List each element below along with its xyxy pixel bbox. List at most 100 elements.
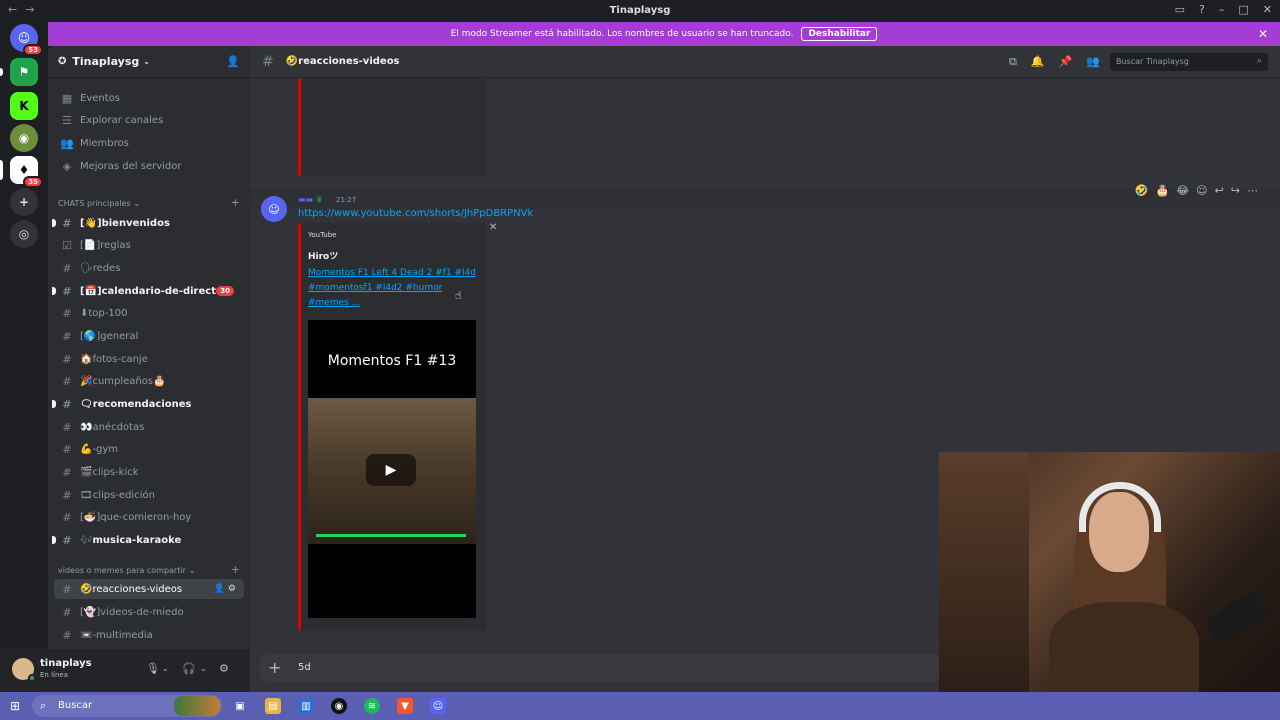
server-header[interactable]: ✪ Tinaplaysg ⌄ 👤	[48, 46, 250, 78]
channel-bienvenidos[interactable]: # [👋]bienvenidos	[52, 213, 244, 233]
channel-recomendaciones[interactable]: # 🗨recomendaciones	[52, 394, 244, 414]
channel-label: [👻]videos-de-miedo	[80, 606, 184, 618]
video-player[interactable]: Momentos F1 #13 ▶	[308, 320, 476, 618]
channel-general[interactable]: # [🌎]general	[54, 326, 244, 346]
sidebar-item-browse[interactable]: ☰ Explorar canales	[54, 110, 244, 130]
play-button-icon[interactable]: ▶	[366, 454, 416, 486]
obs-icon[interactable]: ◉	[331, 698, 347, 714]
channel-videos-de-miedo[interactable]: # [👻]videos-de-miedo	[54, 602, 244, 622]
channel-clips-edicion[interactable]: # 🎞clips-edición	[54, 485, 244, 505]
reaction-laugh-icon[interactable]: 🤣	[1135, 184, 1149, 197]
taskbar-search-label: Buscar	[58, 700, 93, 711]
channel-top-100[interactable]: # ⬇top-100	[54, 303, 244, 323]
category-main[interactable]: CHATS principales ⌄ +	[58, 196, 240, 209]
direct-messages-icon[interactable]: ☺ 53	[10, 24, 43, 56]
server-icon-tinaplaysg[interactable]: ♦ 35	[10, 156, 43, 188]
minimize-button[interactable]: –	[1219, 3, 1225, 16]
reply-icon[interactable]: ↩	[1215, 184, 1224, 197]
brave-icon[interactable]: ▼	[397, 698, 413, 714]
help-icon[interactable]: ?	[1199, 3, 1205, 16]
chevron-down-icon: ⌄	[133, 199, 141, 208]
channel-calendario[interactable]: # [📅]calendario-de-directo 30	[52, 281, 244, 301]
channel-label: 🎞clips-edición	[80, 489, 155, 501]
channel-label: 🎶musica-karaoke	[80, 534, 182, 546]
server-icon-avatar[interactable]: ◉	[10, 124, 38, 152]
channel-sidebar: ✪ Tinaplaysg ⌄ 👤 ▦ Eventos ☰ Explorar cana…	[48, 46, 250, 649]
message-author[interactable]: ▬▬ ♛	[298, 195, 323, 204]
channel-anecdotas[interactable]: # 👀anécdotas	[54, 417, 244, 437]
calendar-icon: ▦	[61, 91, 73, 105]
settings-gear-icon[interactable]: ⚙	[219, 662, 229, 675]
chevron-down-icon[interactable]: ⌄	[162, 664, 169, 673]
create-channel-icon[interactable]: +	[231, 563, 240, 576]
avatar[interactable]: ☺	[261, 196, 287, 222]
embed-author[interactable]: Hiroツ	[308, 249, 338, 262]
channel-clips-kick[interactable]: # 🎬clips-kick	[54, 462, 244, 482]
close-embed-icon[interactable]: ✕	[489, 222, 497, 233]
microphone-icon[interactable]: 🎙	[146, 662, 160, 675]
category-videos[interactable]: videos o memes para compartir ⌄ +	[58, 563, 240, 576]
channel-label: 🎉cumpleaños🎂	[80, 375, 166, 387]
explore-icon[interactable]: ◎	[10, 220, 38, 248]
user-status: En línea	[40, 671, 69, 679]
sidebar-item-members[interactable]: 👥 Miembros	[54, 133, 244, 153]
more-options-icon[interactable]: ⋯	[1247, 184, 1258, 197]
add-server-icon[interactable]: +	[10, 188, 38, 216]
channel-label: 🤣reacciones-videos	[80, 583, 183, 595]
channel-que-comieron-hoy[interactable]: # [🍜]que-comieron-hoy	[54, 507, 244, 527]
server-icon-kick[interactable]: K	[10, 92, 38, 120]
file-explorer-icon[interactable]: ▤	[265, 698, 281, 714]
headphones-icon[interactable]: 🎧	[182, 662, 196, 675]
channel-musica-karaoke[interactable]: # 🎶musica-karaoke	[52, 530, 244, 550]
close-banner-icon[interactable]: ✕	[1258, 27, 1268, 41]
forward-icon[interactable]: ↪	[1231, 184, 1240, 197]
channel-label: 📼-multimedia	[80, 629, 153, 641]
category-label: CHATS principales	[58, 199, 131, 208]
invite-people-icon[interactable]: 👤	[226, 55, 240, 68]
pin-icon[interactable]: 📌	[1059, 55, 1073, 69]
active-pill	[0, 160, 3, 180]
hash-icon: #	[62, 510, 72, 524]
channel-fotos-canje[interactable]: # 🏠fotos-canje	[54, 349, 244, 369]
reaction-cake-icon[interactable]: 🎂	[1156, 184, 1170, 197]
hash-icon: #	[62, 533, 72, 547]
search-input[interactable]: Buscar Tinaplaysg ⌕	[1110, 53, 1268, 71]
sidebar-item-events[interactable]: ▦ Eventos	[54, 88, 244, 108]
channel-tools[interactable]: 👤 ⚙	[214, 584, 236, 594]
unread-dot	[52, 536, 56, 544]
app-icon-blue[interactable]: ▥	[298, 698, 314, 714]
create-channel-icon[interactable]: +	[231, 196, 240, 209]
server-icon-green[interactable]: ⚑	[10, 58, 38, 86]
channel-redes[interactable]: # 🗣redes	[54, 258, 244, 278]
close-window-button[interactable]: ✕	[1263, 3, 1272, 16]
embed-title-link[interactable]: Momentos F1 Left 4 Dead 2 #f1 #l4d #mome…	[308, 266, 478, 311]
dm-badge: 53	[23, 44, 43, 56]
sidebar-item-label: Miembros	[80, 137, 129, 149]
sidebar-item-boosts[interactable]: ◈ Mejoras del servidor	[54, 156, 244, 176]
member-list-icon[interactable]: 👥	[1086, 55, 1100, 69]
chevron-down-icon: ⌄	[143, 57, 150, 66]
mention-badge: 30	[216, 286, 234, 296]
taskbar-search[interactable]: ⌕ Buscar	[32, 695, 222, 717]
channel-reglas[interactable]: ☑ [📄]reglas	[54, 235, 244, 255]
attach-plus-icon[interactable]: +	[268, 658, 281, 677]
hash-icon: #	[62, 465, 72, 479]
reaction-joy-icon[interactable]: 😂	[1176, 184, 1189, 197]
add-reaction-icon[interactable]: ☺	[1196, 184, 1207, 197]
inbox-icon[interactable]: ▭	[1175, 3, 1185, 16]
spotify-icon[interactable]: ≋	[364, 698, 380, 714]
task-view-icon[interactable]: ▣	[232, 698, 248, 714]
maximize-button[interactable]: □	[1238, 3, 1248, 16]
threads-icon[interactable]: ⧉	[1009, 55, 1017, 69]
channel-label: [👋]bienvenidos	[80, 217, 170, 229]
bell-icon[interactable]: 🔔	[1031, 55, 1045, 69]
discord-icon[interactable]: ☺	[430, 698, 446, 714]
channel-cumpleanos[interactable]: # 🎉cumpleaños🎂	[54, 371, 244, 391]
disable-streamer-button[interactable]: Deshabilitar	[801, 27, 878, 41]
message-link[interactable]: https://www.youtube.com/shorts/JhPpDBRPN…	[298, 208, 533, 219]
windows-start-icon[interactable]: ⊞	[10, 699, 20, 713]
channel-reacciones-videos[interactable]: # 🤣reacciones-videos 👤 ⚙	[54, 579, 244, 599]
chevron-down-icon[interactable]: ⌄	[200, 664, 207, 673]
channel-multimedia[interactable]: # 📼-multimedia	[54, 625, 244, 645]
channel-gym[interactable]: # 💪-gym	[54, 439, 244, 459]
